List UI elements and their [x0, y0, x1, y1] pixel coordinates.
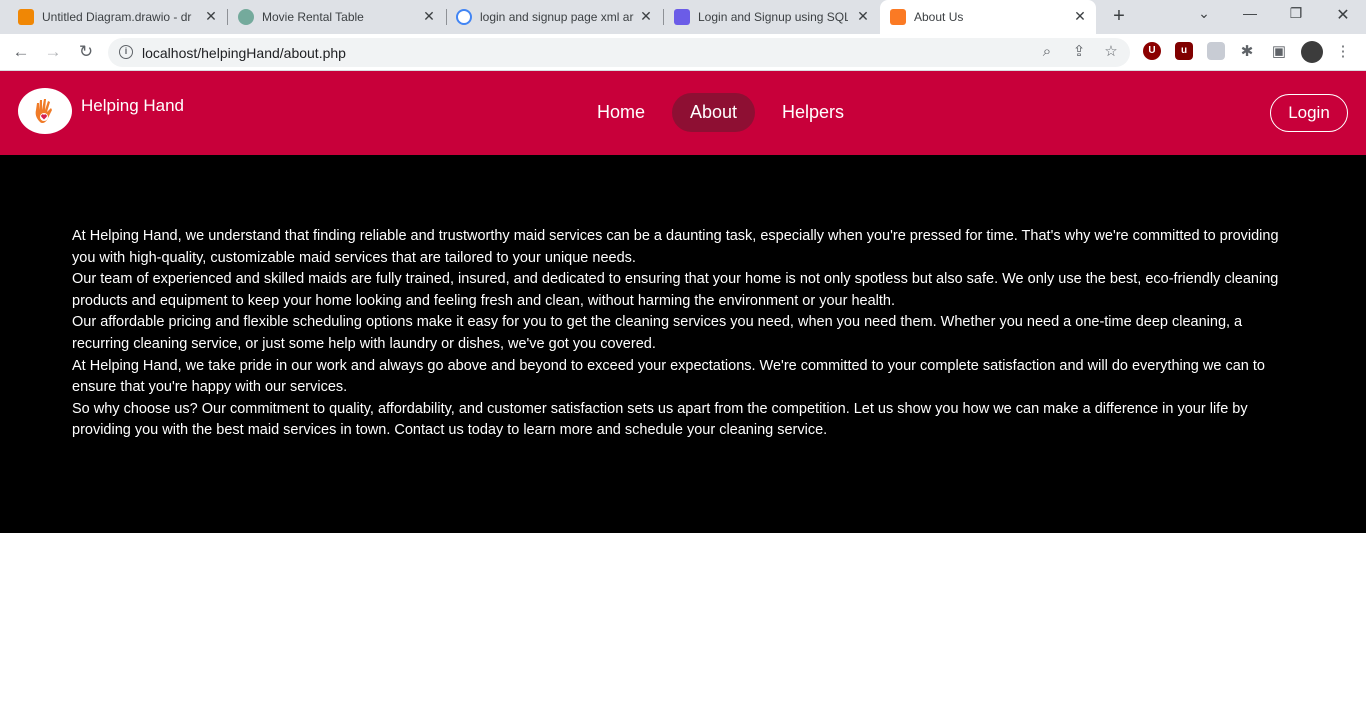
address-bar[interactable]: i localhost/helpingHand/about.php ⌕ ⇪ ☆	[108, 38, 1130, 67]
reload-button[interactable]: ↻	[75, 41, 97, 63]
nav-helpers-link[interactable]: Helpers	[764, 93, 862, 132]
browser-toolbar: ← → ↻ i localhost/helpingHand/about.php …	[0, 34, 1366, 71]
site-icon	[674, 9, 690, 25]
browser-tab-strip: Untitled Diagram.drawio - dr ✕ Movie Ren…	[0, 0, 1366, 34]
back-button[interactable]: ←	[10, 41, 32, 63]
tab-title: Movie Rental Table	[262, 10, 364, 24]
xampp-icon	[890, 9, 906, 25]
helping-hand-logo[interactable]	[18, 88, 72, 134]
hand-icon	[35, 99, 52, 124]
url-text[interactable]: localhost/helpingHand/about.php	[142, 45, 346, 61]
about-text-block: At Helping Hand, we understand that find…	[72, 226, 1287, 442]
about-paragraph: At Helping Hand, we understand that find…	[72, 228, 1279, 266]
close-window-button[interactable]: ✕	[1331, 5, 1355, 25]
browser-tab-login-signup-sqlite[interactable]: Login and Signup using SQLi ✕	[664, 0, 880, 34]
share-icon[interactable]: ⇪	[1070, 43, 1088, 61]
brand-name: Helping Hand	[81, 96, 185, 115]
nav-home-link[interactable]: Home	[579, 93, 663, 132]
site-info-icon[interactable]: i	[119, 45, 133, 59]
about-paragraph: At Helping Hand, we take pride in our wo…	[72, 357, 1265, 396]
about-paragraph: Our affordable pricing and flexible sche…	[72, 314, 1243, 352]
login-button[interactable]: Login	[1270, 94, 1348, 132]
side-panel-icon[interactable]: ▣	[1270, 43, 1288, 61]
tab-title: login and signup page xml ar	[480, 10, 634, 24]
forward-button[interactable]: →	[42, 41, 64, 63]
about-paragraph: So why choose us? Our commitment to qual…	[72, 400, 1248, 439]
google-icon	[456, 9, 472, 25]
browser-tab-movie-rental[interactable]: Movie Rental Table ✕	[228, 0, 446, 34]
tab-title: Login and Signup using SQLi	[698, 10, 848, 24]
about-section: At Helping Hand, we understand that find…	[0, 155, 1366, 533]
tab-title: About Us	[914, 10, 964, 24]
close-tab-icon[interactable]: ✕	[638, 8, 654, 24]
browser-tab-about-us[interactable]: About Us ✕	[880, 0, 1096, 34]
browser-tab-google-search[interactable]: login and signup page xml ar ✕	[446, 0, 664, 34]
shield-extension-icon[interactable]	[1207, 42, 1225, 60]
zoom-icon[interactable]: ⌕	[1038, 43, 1056, 61]
bookmark-star-icon[interactable]: ☆	[1102, 43, 1120, 61]
extension-u-icon[interactable]: U	[1143, 42, 1161, 60]
about-paragraph: Our team of experienced and skilled maid…	[72, 271, 1279, 309]
new-tab-button[interactable]: +	[1108, 6, 1130, 28]
close-tab-icon[interactable]: ✕	[1072, 8, 1088, 24]
ublock-icon[interactable]: u	[1175, 42, 1193, 60]
restore-button[interactable]: ❐	[1284, 5, 1308, 25]
close-tab-icon[interactable]: ✕	[421, 8, 437, 24]
menu-kebab-icon[interactable]: ⋮	[1334, 43, 1352, 61]
site-header: Helping Hand Home About Helpers Login	[0, 71, 1366, 155]
tab-search-icon[interactable]: ⌄	[1192, 5, 1216, 25]
profile-avatar[interactable]	[1301, 41, 1323, 63]
drawio-icon	[18, 9, 34, 25]
chatgpt-icon	[238, 9, 254, 25]
nav-about-link[interactable]: About	[672, 93, 756, 132]
extensions-puzzle-icon[interactable]: ✱	[1238, 43, 1256, 61]
browser-tab-drawio[interactable]: Untitled Diagram.drawio - dr ✕	[8, 0, 228, 34]
tab-title: Untitled Diagram.drawio - dr	[42, 10, 192, 24]
minimize-button[interactable]: —	[1238, 5, 1262, 25]
close-tab-icon[interactable]: ✕	[203, 8, 219, 24]
close-tab-icon[interactable]: ✕	[855, 8, 871, 24]
